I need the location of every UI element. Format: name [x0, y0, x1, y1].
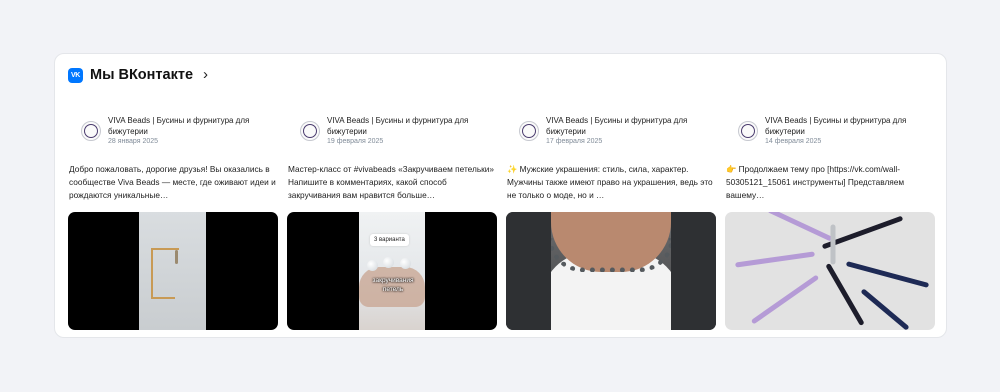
vk-widget: VK Мы ВКонтакте › VIVA Beads | Бусины и … — [54, 53, 947, 338]
post-author[interactable]: VIVA Beads | Бусины и фурнитура для бижу… — [506, 116, 716, 156]
overlay-caption: закручивания петель — [372, 277, 414, 293]
post-date: 14 февраля 2025 — [765, 138, 822, 145]
post-card[interactable]: VIVA Beads | Бусины и фурнитура для бижу… — [506, 116, 716, 330]
avatar[interactable] — [300, 121, 320, 141]
post-author[interactable]: VIVA Beads | Бусины и фурнитура для бижу… — [725, 116, 935, 156]
post-image[interactable] — [725, 212, 935, 330]
vk-logo-icon: VK — [68, 67, 83, 83]
post-text[interactable]: Добро пожаловать, дорогие друзья! Вы ока… — [68, 163, 278, 202]
post-image[interactable] — [68, 212, 278, 330]
avatar-logo — [522, 124, 536, 138]
author-name[interactable]: VIVA Beads | Бусины и фурнитура для бижу… — [546, 116, 711, 137]
post-text[interactable]: ✨ Мужские украшения: стиль, сила, характ… — [506, 163, 716, 202]
avatar[interactable] — [738, 121, 758, 141]
post-author[interactable]: VIVA Beads | Бусины и фурнитура для бижу… — [287, 116, 497, 156]
post-date: 19 февраля 2025 — [327, 138, 384, 145]
post-image[interactable] — [506, 212, 716, 330]
post-card[interactable]: VIVA Beads | Бусины и фурнитура для бижу… — [287, 116, 497, 330]
avatar[interactable] — [81, 121, 101, 141]
avatar[interactable] — [519, 121, 539, 141]
image-photo: 3 варианта закручивания петель — [359, 212, 425, 330]
widget-title[interactable]: Мы ВКонтакте — [90, 67, 193, 83]
post-card[interactable]: VIVA Beads | Бусины и фурнитура для бижу… — [725, 116, 935, 330]
widget-header[interactable]: VK Мы ВКонтакте › — [68, 66, 208, 84]
post-date: 28 января 2025 — [108, 138, 159, 145]
post-card[interactable]: VIVA Beads | Бусины и фурнитура для бижу… — [68, 116, 278, 330]
post-date: 17 февраля 2025 — [546, 138, 603, 145]
post-author[interactable]: VIVA Beads | Бусины и фурнитура для бижу… — [68, 116, 278, 156]
avatar-logo — [84, 124, 98, 138]
author-name[interactable]: VIVA Beads | Бусины и фурнитура для бижу… — [327, 116, 492, 137]
post-text[interactable]: Мастер-класс от #vivabeads «Закручиваем … — [287, 163, 497, 202]
avatar-logo — [741, 124, 755, 138]
post-text[interactable]: 👉 Продолжаем тему про [https://vk.com/wa… — [725, 163, 935, 202]
post-video-thumbnail[interactable]: 3 варианта закручивания петель — [287, 212, 497, 330]
avatar-logo — [303, 124, 317, 138]
image-photo — [139, 212, 206, 330]
overlay-badge: 3 варианта — [370, 234, 409, 246]
author-name[interactable]: VIVA Beads | Бусины и фурнитура для бижу… — [765, 116, 930, 137]
author-name[interactable]: VIVA Beads | Бусины и фурнитура для бижу… — [108, 116, 273, 137]
posts-list: VIVA Beads | Бусины и фурнитура для бижу… — [68, 116, 935, 330]
chevron-right-icon[interactable]: › — [203, 67, 208, 82]
